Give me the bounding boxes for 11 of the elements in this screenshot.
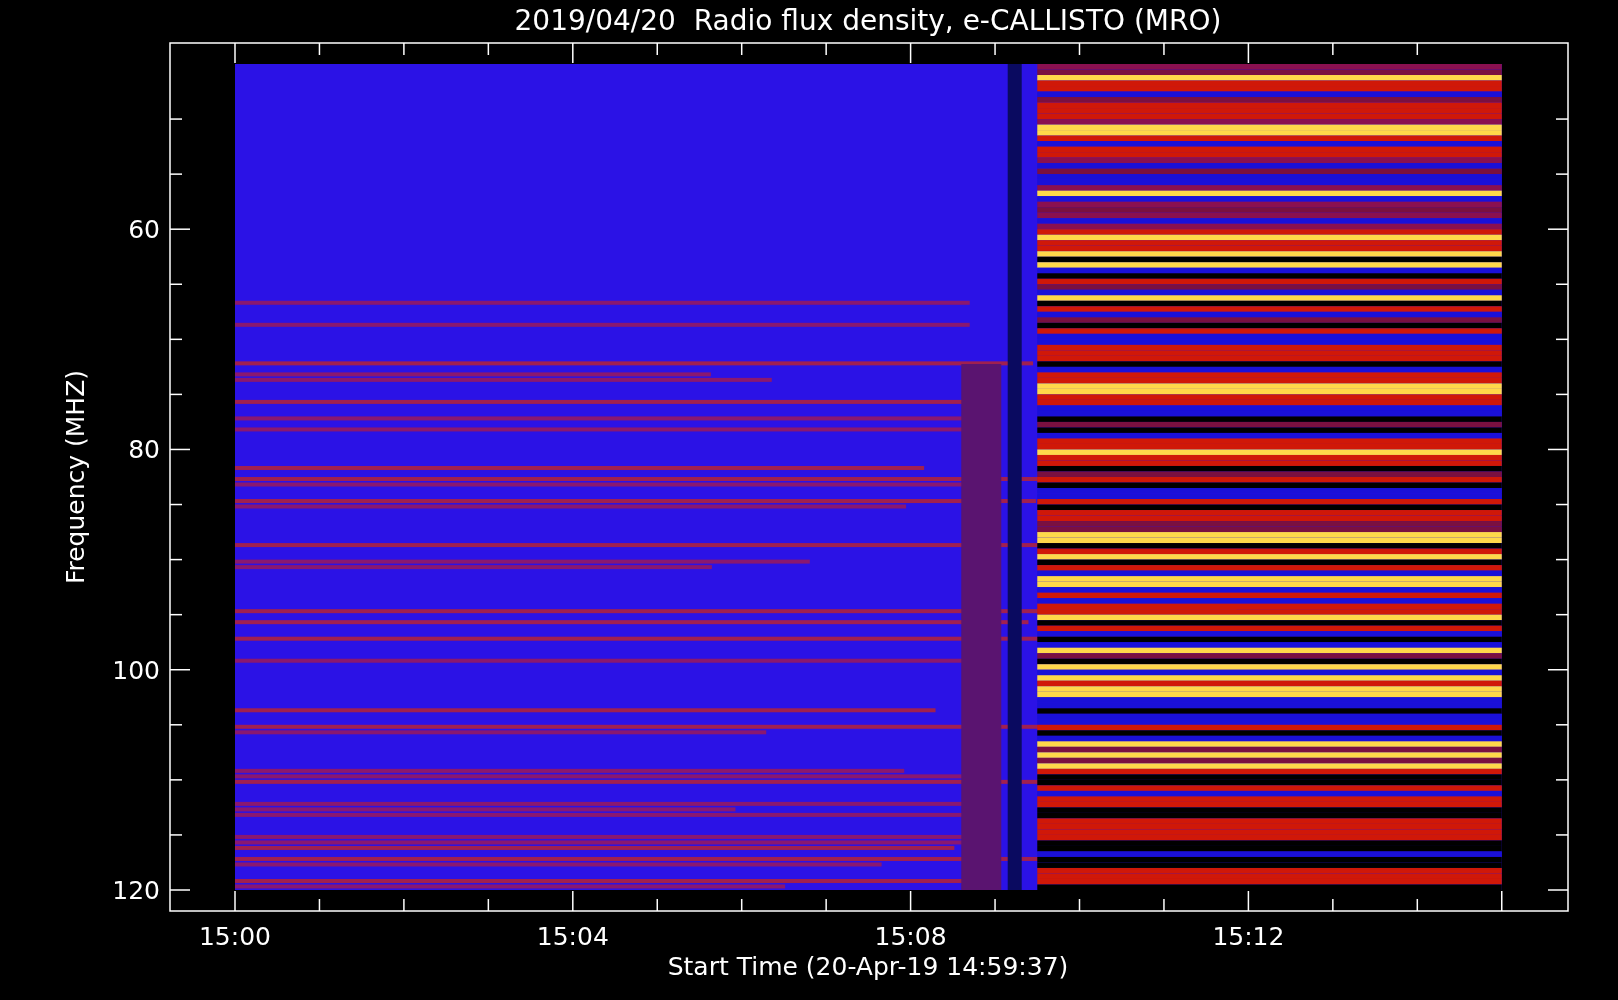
y-tick-label: 120 (112, 876, 160, 905)
y-tick-label: 60 (128, 215, 160, 245)
x-tick-label: 15:12 (1212, 922, 1285, 951)
y-tick-label: 100 (112, 655, 160, 685)
chart-title: 2019/04/20 Radio flux density, e-CALLISTO (MRO) (514, 4, 1222, 37)
y-tick-label: 80 (128, 435, 160, 465)
x-axis-label: Start Time (20-Apr-19 14:59:37) (667, 952, 1069, 981)
y-axis-label: Frequency (MHZ) (61, 369, 90, 585)
x-tick-label: 15:00 (199, 922, 271, 951)
x-tick-label: 15:04 (536, 922, 609, 951)
x-tick-label: 15:08 (874, 922, 947, 951)
